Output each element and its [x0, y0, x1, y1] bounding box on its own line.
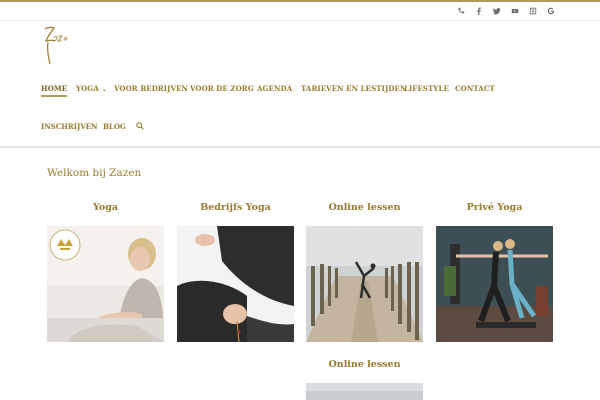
card-image-yoga[interactable] — [47, 226, 164, 342]
card-image-online-lessen[interactable] — [306, 226, 423, 342]
card-image-online-lessen-2[interactable] — [306, 383, 423, 400]
phone-icon[interactable] — [455, 5, 466, 16]
nav-item-yoga[interactable]: YOGA ⌄ — [76, 84, 107, 93]
nav-item-agenda[interactable]: AGENDA — [257, 84, 292, 93]
nav-item-blog[interactable]: BLOG — [103, 122, 126, 131]
search-icon[interactable] — [136, 122, 144, 130]
social-links — [455, 5, 556, 16]
card-title-prive-yoga[interactable]: Privé Yoga — [436, 202, 553, 213]
card-title-bedrijfs-yoga[interactable]: Bedrijfs Yoga — [177, 202, 294, 213]
youtube-icon[interactable] — [509, 5, 520, 16]
card-title-online-lessen-2[interactable]: Online lessen — [306, 359, 423, 370]
nav-item-home[interactable]: HOME — [41, 84, 68, 97]
top-bar — [0, 2, 600, 21]
header-divider — [0, 146, 600, 148]
nav-item-inschrijven[interactable]: INSCHRIJVEN — [41, 122, 97, 131]
chevron-down-icon: ⌄ — [101, 86, 108, 93]
site-logo[interactable] — [42, 24, 70, 70]
nav-item-tarieven[interactable]: TARIEVEN EN LESTIJDEN — [301, 84, 406, 93]
nav-item-lifestyle[interactable]: LIFESTYLE — [404, 84, 449, 93]
google-icon[interactable] — [545, 5, 556, 16]
twitter-icon[interactable] — [491, 5, 502, 16]
nav-item-yoga-label: YOGA — [76, 84, 99, 93]
card-title-online-lessen[interactable]: Online lessen — [306, 202, 423, 213]
instagram-icon[interactable] — [527, 5, 538, 16]
nav-item-contact[interactable]: CONTACT — [455, 84, 495, 93]
card-image-prive-yoga[interactable] — [436, 226, 553, 342]
facebook-icon[interactable] — [473, 5, 484, 16]
nav-item-voor-bedrijven[interactable]: VOOR BEDRIJVEN — [114, 84, 188, 93]
card-title-yoga[interactable]: Yoga — [47, 202, 164, 213]
nav-item-voor-de-zorg[interactable]: VOOR DE ZORG — [190, 84, 254, 93]
page-title: Welkom bij Zazen — [47, 167, 142, 179]
card-image-bedrijfs-yoga[interactable] — [177, 226, 294, 342]
